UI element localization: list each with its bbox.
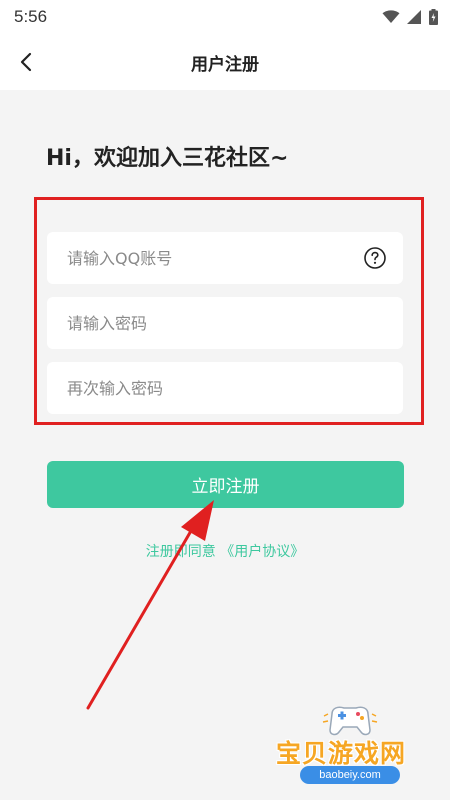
watermark-url: baobeiy.com <box>300 766 400 784</box>
question-circle-icon[interactable] <box>363 246 387 270</box>
password-field <box>47 297 403 349</box>
signal-icon <box>407 10 421 24</box>
agreement-prefix: 注册即同意 <box>145 544 216 560</box>
back-button[interactable] <box>10 46 42 78</box>
status-icons <box>382 9 438 25</box>
nav-bar: 用户注册 <box>0 34 450 90</box>
page-title: 用户注册 <box>191 54 259 75</box>
register-button[interactable]: 立即注册 <box>47 461 404 508</box>
qq-account-input[interactable] <box>67 232 383 284</box>
battery-icon <box>429 9 438 25</box>
status-bar: 5:56 <box>0 0 450 34</box>
gamepad-icon <box>322 706 378 736</box>
greeting-heading: Hi，欢迎加入三花社区~ <box>46 146 289 171</box>
chevron-left-icon <box>20 52 32 72</box>
register-form-area: Hi，欢迎加入三花社区~ 立即注册 注册即同意 《用户协议》 <box>0 90 450 800</box>
status-time: 5:56 <box>14 7 48 26</box>
confirm-password-input[interactable] <box>67 362 383 414</box>
confirm-password-field <box>47 362 403 414</box>
qq-account-field <box>47 232 403 284</box>
password-input[interactable] <box>67 297 383 349</box>
user-agreement-link[interactable]: 《用户协议》 <box>220 544 304 560</box>
watermark-title: 宝贝游戏网 <box>276 739 407 768</box>
agreement-text: 注册即同意 《用户协议》 <box>0 541 450 561</box>
watermark-logo: 宝贝游戏网 baobeiy.com <box>270 702 435 792</box>
wifi-icon <box>382 10 400 23</box>
